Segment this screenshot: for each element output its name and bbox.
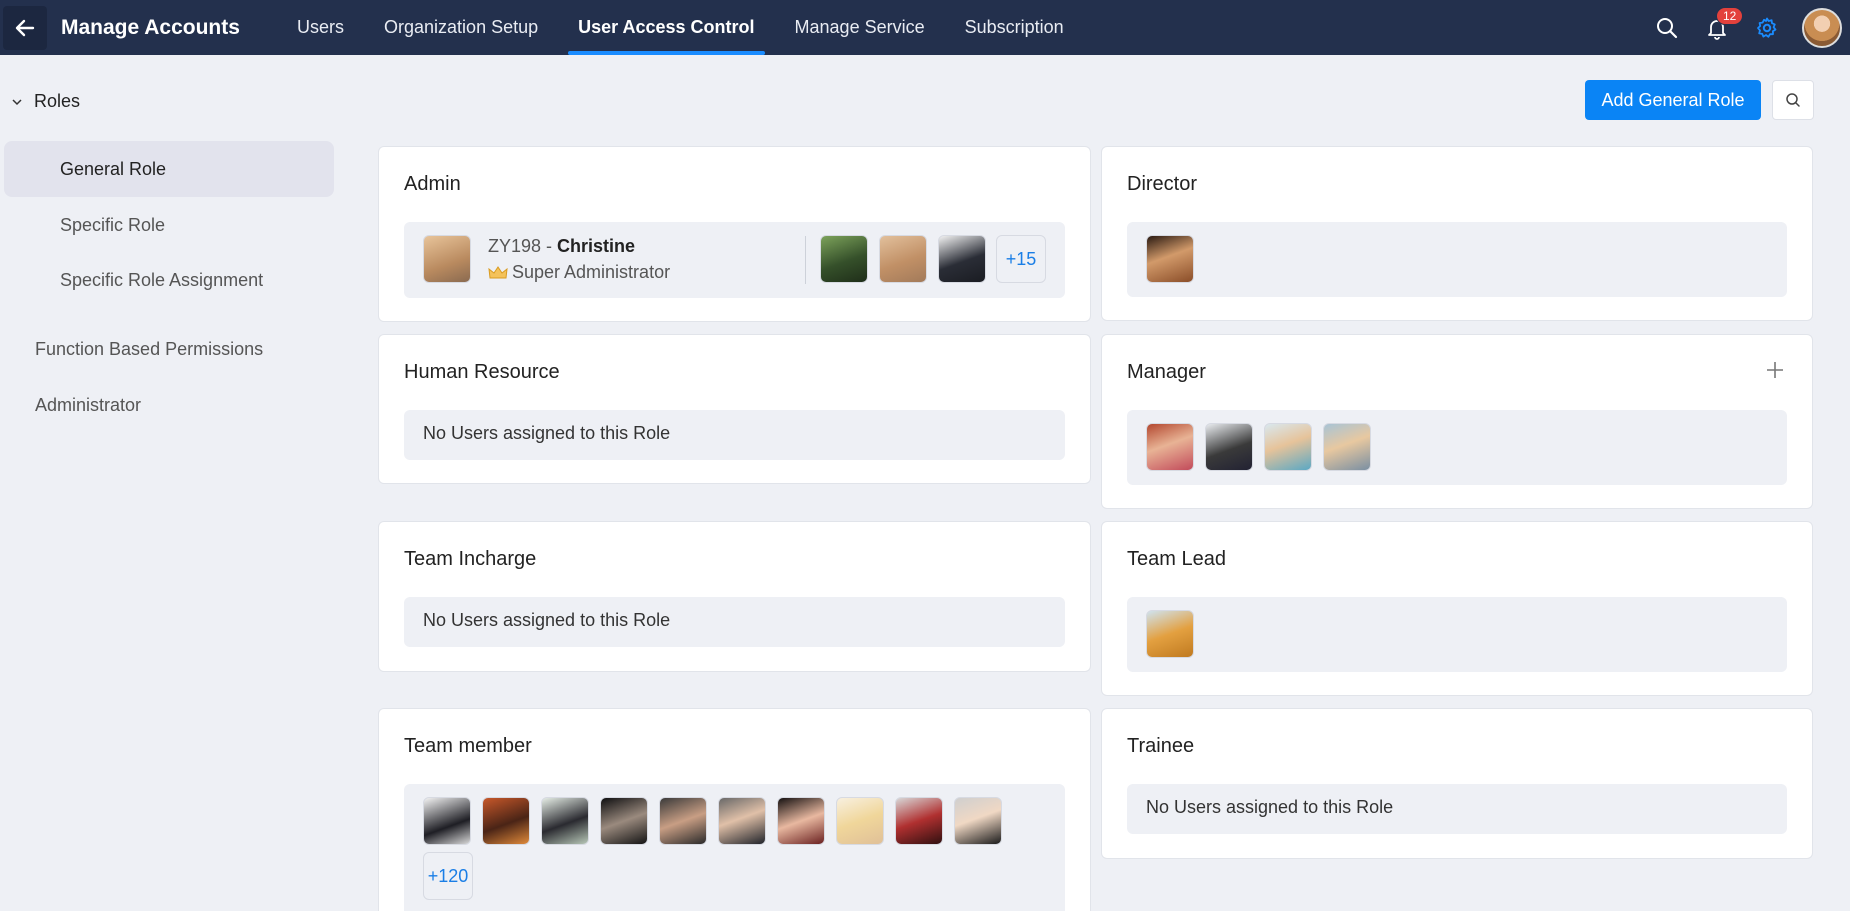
- avatar[interactable]: [879, 235, 927, 283]
- role-title: Manager: [1127, 361, 1206, 383]
- chevron-down-icon: [12, 98, 22, 105]
- notifications-button[interactable]: 12: [1702, 6, 1744, 43]
- avatar[interactable]: [836, 797, 884, 845]
- app-title: Manage Accounts: [61, 15, 240, 39]
- role-search-button[interactable]: [1772, 80, 1814, 120]
- role-card-team-incharge[interactable]: Team Incharge No Users assigned to this …: [378, 521, 1091, 672]
- sidebar-group-roles[interactable]: Roles: [12, 91, 80, 112]
- avatar[interactable]: [1146, 610, 1194, 658]
- admin-user-id: ZY198: [488, 236, 542, 256]
- tab-user-access-control[interactable]: User Access Control: [568, 0, 765, 55]
- admin-user-role: Super Administrator: [488, 262, 670, 283]
- search-icon: [1657, 17, 1678, 38]
- avatar[interactable]: [482, 797, 530, 845]
- tab-users[interactable]: Users: [287, 0, 354, 55]
- settings-button[interactable]: [1752, 13, 1782, 43]
- avatar[interactable]: [895, 797, 943, 845]
- empty-role-message: No Users assigned to this Role: [423, 610, 671, 630]
- avatar[interactable]: [600, 797, 648, 845]
- role-title: Team Lead: [1127, 548, 1226, 570]
- role-card-trainee[interactable]: Trainee No Users assigned to this Role: [1101, 708, 1813, 859]
- role-title: Trainee: [1127, 735, 1195, 757]
- avatar[interactable]: [1146, 423, 1194, 471]
- avatar[interactable]: [1264, 423, 1312, 471]
- role-card-director[interactable]: Director: [1101, 146, 1813, 321]
- role-card-human-resource[interactable]: Human Resource No Users assigned to this…: [378, 334, 1091, 484]
- admin-user-line: ZY198 - Christine: [488, 236, 635, 257]
- add-member-button[interactable]: [1766, 361, 1784, 384]
- sidebar-item-label: General Role: [60, 158, 167, 179]
- more-members-button[interactable]: +120: [423, 852, 473, 900]
- sidebar-item-specific-role-assignment[interactable]: Specific Role Assignment: [4, 252, 334, 308]
- more-members-button[interactable]: +15: [996, 235, 1046, 283]
- user-avatar[interactable]: [1802, 7, 1842, 48]
- sidebar-item-general-role[interactable]: General Role: [4, 141, 334, 197]
- search-icon: [1786, 93, 1800, 107]
- sidebar: Roles General Role Specific Role Specifi…: [0, 55, 340, 911]
- empty-role-message: No Users assigned to this Role: [423, 423, 671, 443]
- gear-icon: [1757, 17, 1777, 38]
- role-members: No Users assigned to this Role: [1127, 784, 1787, 834]
- sidebar-item-label: Specific Role: [60, 214, 166, 235]
- role-title: Human Resource: [404, 361, 560, 383]
- divider: [805, 236, 806, 284]
- admin-role-label: Super Administrator: [512, 262, 671, 282]
- avatar[interactable]: [718, 797, 766, 845]
- role-title: Admin: [404, 173, 461, 195]
- role-title: Team Incharge: [404, 548, 537, 570]
- sidebar-item-function-based-permissions[interactable]: Function Based Permissions: [35, 339, 263, 360]
- role-card-admin[interactable]: Admin ZY198 - Christine Super Administra…: [378, 146, 1091, 322]
- global-search-button[interactable]: [1652, 13, 1682, 43]
- avatar[interactable]: [1323, 423, 1371, 471]
- role-card-manager[interactable]: Manager: [1101, 334, 1813, 509]
- avatar[interactable]: [1146, 235, 1194, 283]
- top-bar: Manage Accounts Users Organization Setup…: [0, 0, 1850, 55]
- role-members: +120: [404, 784, 1065, 911]
- back-button[interactable]: [3, 5, 47, 50]
- top-right-actions: 12: [1652, 0, 1850, 55]
- avatar[interactable]: [659, 797, 707, 845]
- role-members: [1127, 222, 1787, 297]
- role-members: [1127, 597, 1787, 672]
- tab-subscription[interactable]: Subscription: [955, 0, 1074, 55]
- avatar[interactable]: [777, 797, 825, 845]
- admin-user-separator: -: [541, 236, 558, 256]
- role-members: No Users assigned to this Role: [404, 597, 1065, 647]
- role-title: Team member: [404, 735, 532, 757]
- plus-icon: [1767, 362, 1783, 378]
- add-general-role-button[interactable]: Add General Role: [1585, 80, 1761, 120]
- main-nav: Users Organization Setup User Access Con…: [277, 0, 1084, 55]
- admin-user-name: Christine: [557, 236, 636, 256]
- notification-badge: 12: [1716, 6, 1744, 25]
- role-title: Director: [1127, 173, 1198, 195]
- avatar[interactable]: [423, 235, 471, 283]
- avatar[interactable]: [820, 235, 868, 283]
- sidebar-item-administrator[interactable]: Administrator: [35, 395, 141, 416]
- avatar[interactable]: [954, 797, 1002, 845]
- tab-manage-service[interactable]: Manage Service: [785, 0, 935, 55]
- avatar[interactable]: [1205, 423, 1253, 471]
- role-card-team-lead[interactable]: Team Lead: [1101, 521, 1813, 696]
- role-card-team-member[interactable]: Team member +120: [378, 708, 1091, 911]
- avatar[interactable]: [541, 797, 589, 845]
- avatar[interactable]: [423, 797, 471, 845]
- tab-organization-setup[interactable]: Organization Setup: [374, 0, 548, 55]
- crown-icon: [488, 265, 508, 278]
- empty-role-message: No Users assigned to this Role: [1146, 797, 1394, 817]
- back-arrow-icon: [15, 19, 35, 36]
- role-members: ZY198 - Christine Super Administrator +1…: [404, 222, 1065, 298]
- sidebar-group-label: Roles: [34, 91, 81, 111]
- role-members: [1127, 410, 1787, 485]
- sidebar-item-label: Specific Role Assignment: [60, 269, 264, 290]
- sidebar-item-specific-role[interactable]: Specific Role: [4, 197, 334, 253]
- avatar[interactable]: [938, 235, 986, 283]
- role-members: No Users assigned to this Role: [404, 410, 1065, 460]
